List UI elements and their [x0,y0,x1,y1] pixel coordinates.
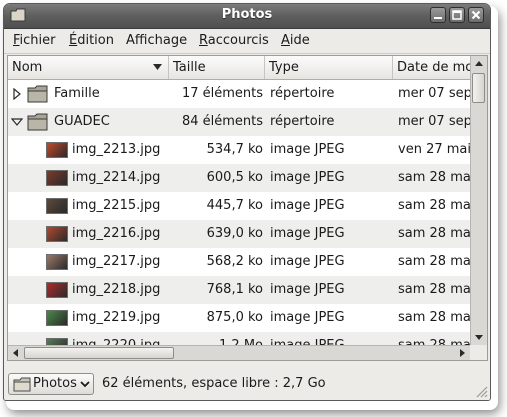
file-type: répertoire [270,86,335,101]
file-row[interactable]: img_2214.jpg 600,5 ko image JPEG sam 28 ma [8,164,470,192]
column-header: Nom Taille Type Date de mo [8,56,470,80]
location-label: Photos [33,376,77,391]
file-name: img_2219.jpg [72,310,161,325]
image-thumbnail [46,254,68,270]
titlebar[interactable]: Photos [4,4,490,29]
sort-descending-icon [153,64,162,70]
file-type: image JPEG [270,198,345,213]
file-size: 84 éléments [181,114,263,129]
file-manager-window: Photos Fichier Édition Affichage Raccour… [3,3,491,401]
file-size: 568,2 ko [206,254,263,269]
image-thumbnail [46,170,68,186]
file-date: mer 07 sep [398,114,470,129]
file-date: sam 28 ma [398,226,470,241]
menubar: Fichier Édition Affichage Raccourcis Aid… [4,29,490,54]
file-name: img_2214.jpg [72,170,161,185]
file-type: image JPEG [270,142,345,157]
folder-icon [27,85,48,103]
menu-edition[interactable]: Édition [69,33,114,48]
file-type: image JPEG [270,310,345,325]
scroll-left-icon[interactable] [9,346,23,360]
file-list[interactable]: Nom Taille Type Date de mo Famille 17 élé… [7,55,488,361]
file-name: GUADEC [54,114,110,129]
file-name: img_2216.jpg [72,226,161,241]
menu-raccourcis[interactable]: Raccourcis [199,33,269,48]
expander-open-icon[interactable] [11,116,23,128]
file-date: mer 07 sep [398,86,470,101]
file-row[interactable]: img_2216.jpg 639,0 ko image JPEG sam 28 ma [8,220,470,248]
image-thumbnail [46,142,68,158]
file-name: img_2215.jpg [72,198,161,213]
file-size: 639,0 ko [206,226,263,241]
file-type: répertoire [270,114,335,129]
file-type: image JPEG [270,254,345,269]
minimize-icon [434,17,442,19]
image-thumbnail [46,310,68,326]
menu-fichier[interactable]: Fichier [13,33,56,48]
file-row[interactable]: img_2219.jpg 875,0 ko image JPEG sam 28 ma [8,304,470,332]
resize-grip-icon[interactable] [474,384,488,398]
image-thumbnail [46,226,68,242]
statusbar: Photos 62 éléments, espace libre : 2,7 G… [4,368,490,400]
file-name: img_2218.jpg [72,282,161,297]
chevron-down-icon [80,381,90,388]
scroll-corner [470,345,487,360]
file-date: sam 28 ma [398,170,470,185]
file-date: sam 28 ma [398,198,470,213]
column-size[interactable]: Taille [169,56,265,79]
maximize-button[interactable] [449,7,465,23]
image-thumbnail [46,198,68,214]
file-row[interactable]: img_2217.jpg 568,2 ko image JPEG sam 28 ma [8,248,470,276]
file-name: img_2213.jpg [72,142,161,157]
file-date: sam 28 ma [398,254,470,269]
horizontal-scrollbar[interactable] [8,345,470,360]
file-row[interactable]: img_2215.jpg 445,7 ko image JPEG sam 28 ma [8,192,470,220]
folder-icon [27,113,48,131]
file-size: 17 éléments [181,86,263,101]
menu-affichage[interactable]: Affichage [126,33,187,48]
file-size: 445,7 ko [206,198,263,213]
expander-closed-icon[interactable] [11,88,23,100]
column-date[interactable]: Date de mo [393,56,470,79]
file-size: 875,0 ko [206,310,263,325]
file-name: img_2217.jpg [72,254,161,269]
maximize-icon [452,10,462,20]
file-size: 534,7 ko [206,142,263,157]
file-name: Famille [54,86,100,101]
folder-row[interactable]: GUADEC 84 éléments répertoire mer 07 sep [8,108,470,136]
close-button[interactable] [468,7,484,23]
window-title: Photos [221,7,273,22]
file-type: image JPEG [270,226,345,241]
column-name[interactable]: Nom [8,56,169,79]
file-row[interactable]: img_2218.jpg 768,1 ko image JPEG sam 28 ma [8,276,470,304]
file-date: sam 28 ma [398,282,470,297]
scroll-right-icon[interactable] [455,346,469,360]
file-date: sam 28 ma [398,310,470,325]
folder-row[interactable]: Famille 17 éléments répertoire mer 07 sep [8,80,470,108]
scroll-down-icon[interactable] [472,330,486,344]
vertical-scrollbar[interactable] [470,56,487,346]
minimize-button[interactable] [430,7,446,23]
status-text: 62 éléments, espace libre : 2,7 Go [102,376,326,391]
file-date: ven 27 mai [398,142,470,157]
file-size: 600,5 ko [206,170,263,185]
menu-aide[interactable]: Aide [281,33,310,48]
file-type: image JPEG [270,170,345,185]
image-thumbnail [46,282,68,298]
column-type[interactable]: Type [265,56,393,79]
folder-icon [13,377,31,392]
horizontal-scroll-thumb[interactable] [24,347,174,359]
scroll-up-icon[interactable] [472,57,486,71]
vertical-scroll-thumb[interactable] [472,73,485,103]
file-size: 768,1 ko [206,282,263,297]
file-type: image JPEG [270,282,345,297]
file-row[interactable]: img_2213.jpg 534,7 ko image JPEG ven 27 mai [8,136,470,164]
location-button[interactable]: Photos [8,373,94,395]
close-icon [471,10,481,20]
